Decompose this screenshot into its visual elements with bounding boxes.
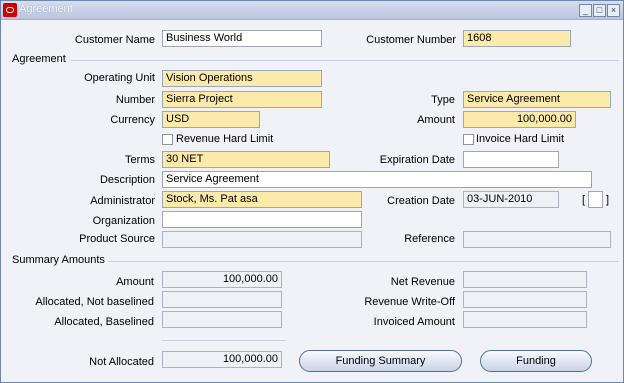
product-source-label: Product Source: [79, 233, 155, 245]
currency-field[interactable]: USD: [162, 111, 260, 128]
product-source-field: [162, 231, 362, 248]
expiration-date-label: Expiration Date: [379, 154, 455, 166]
summary-amount-field: 100,000.00: [162, 271, 282, 288]
organization-field[interactable]: [162, 211, 362, 228]
type-field[interactable]: Service Agreement: [463, 91, 611, 108]
revenue-writeoff-label: Revenue Write-Off: [364, 296, 455, 308]
agreement-section-divider: [71, 60, 619, 61]
administrator-label: Administrator: [90, 195, 155, 207]
creation-date-label: Creation Date: [387, 195, 455, 207]
summary-amount-label: Amount: [116, 276, 154, 288]
amount-label: Amount: [417, 114, 455, 126]
administrator-field[interactable]: Stock, Ms. Pat asa: [162, 191, 362, 208]
description-label: Description: [99, 174, 155, 186]
revenue-hard-limit-checkbox[interactable]: [162, 134, 173, 145]
alloc-not-baselined-label: Allocated, Not baselined: [35, 296, 154, 308]
operating-unit-label: Operating Unit: [84, 72, 155, 84]
funding-button[interactable]: Funding: [480, 350, 592, 372]
agreement-number-label: Number: [115, 94, 155, 106]
net-revenue-field: [463, 271, 587, 288]
maximize-button[interactable]: □: [593, 4, 606, 17]
revenue-writeoff-field: [463, 291, 587, 308]
minimize-button[interactable]: _: [579, 4, 592, 17]
flexfield-bracket-close: ]: [606, 194, 610, 206]
terms-label: Terms: [125, 154, 155, 166]
alloc-baselined-field: [162, 311, 282, 328]
summary-section-divider: [108, 261, 619, 262]
invoiced-amount-label: Invoiced Amount: [373, 316, 455, 328]
reference-label: Reference: [404, 233, 455, 245]
customer-name-field[interactable]: Business World: [162, 30, 322, 47]
terms-field[interactable]: 30 NET: [162, 151, 330, 168]
funding-summary-button[interactable]: Funding Summary: [299, 350, 462, 372]
customer-number-field[interactable]: 1608: [463, 30, 571, 47]
customer-number-label: Customer Number: [366, 34, 456, 46]
operating-unit-field[interactable]: Vision Operations: [162, 70, 322, 87]
type-label: Type: [431, 94, 455, 106]
flexfield-bracket-open: [: [582, 194, 586, 206]
close-button[interactable]: ×: [607, 4, 620, 17]
description-field[interactable]: Service Agreement: [162, 171, 592, 188]
window-title: Agreement: [19, 3, 73, 15]
invoiced-amount-field: [463, 311, 587, 328]
not-allocated-field: 100,000.00: [162, 351, 282, 368]
invoice-hard-limit-label: Invoice Hard Limit: [476, 133, 565, 145]
agreement-window: Agreement _ □ × Customer Name Business W…: [0, 0, 624, 383]
form-body: Customer Name Business World Customer Nu…: [1, 20, 623, 382]
alloc-baselined-label: Allocated, Baselined: [54, 316, 154, 328]
descriptive-flexfield[interactable]: [588, 191, 603, 208]
expiration-date-field[interactable]: [463, 151, 559, 168]
agreement-section-label: Agreement: [12, 53, 66, 65]
title-bar[interactable]: Agreement _ □ ×: [1, 1, 623, 20]
alloc-not-baselined-field: [162, 291, 282, 308]
invoice-hard-limit-checkbox[interactable]: [463, 134, 474, 145]
net-revenue-label: Net Revenue: [390, 276, 455, 288]
oracle-logo-icon: [3, 3, 17, 17]
customer-name-label: Customer Name: [74, 34, 155, 46]
currency-label: Currency: [110, 114, 155, 126]
reference-field: [463, 231, 611, 248]
total-divider: [162, 340, 286, 341]
organization-label: Organization: [92, 215, 155, 227]
amount-field[interactable]: 100,000.00: [463, 111, 576, 128]
creation-date-field: 03-JUN-2010: [463, 191, 559, 208]
not-allocated-label: Not Allocated: [89, 356, 154, 368]
summary-section-label: Summary Amounts: [12, 254, 105, 266]
revenue-hard-limit-label: Revenue Hard Limit: [176, 133, 274, 145]
agreement-number-field[interactable]: Sierra Project: [162, 91, 322, 108]
